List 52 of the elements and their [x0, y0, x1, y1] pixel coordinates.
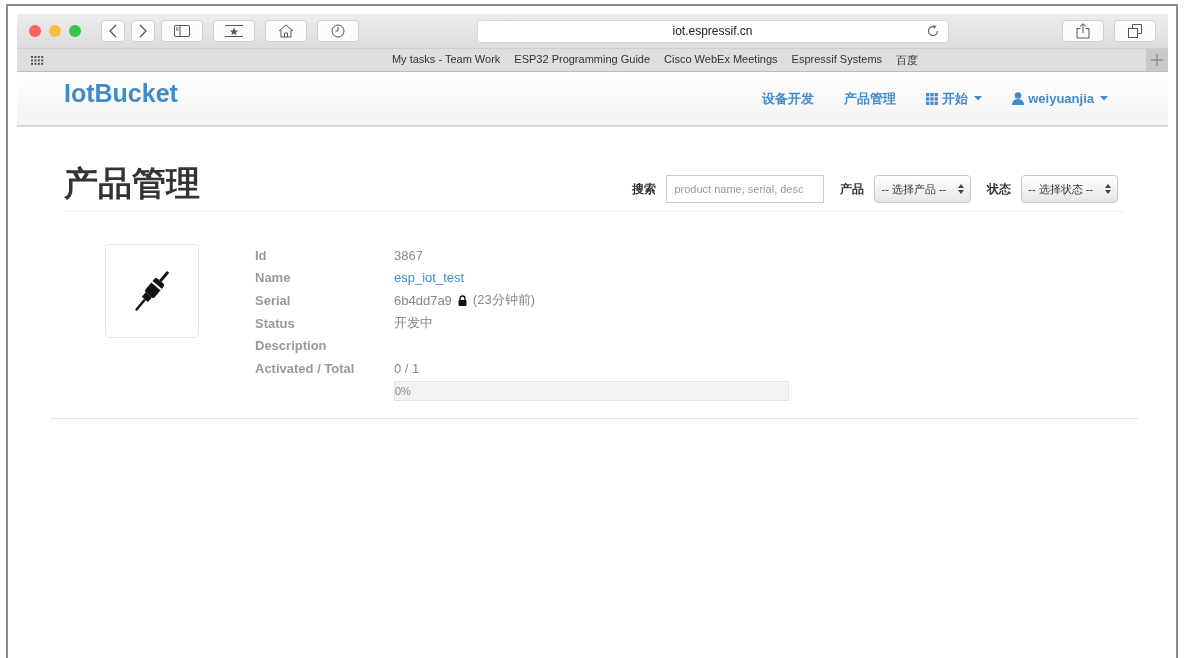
field-label: Status: [255, 315, 296, 331]
caret-icon: [974, 96, 983, 101]
share-icon: [1076, 23, 1090, 39]
grid-icon: [926, 92, 939, 105]
product-select[interactable]: -- 选择产品 --: [874, 175, 972, 203]
field-value: 6b4dd7a9: [394, 293, 452, 308]
apps-grid-icon[interactable]: [31, 55, 44, 65]
field-value: 开发中: [394, 314, 433, 333]
field-value: 3867: [394, 247, 423, 263]
updated-time: (23分钟前): [472, 291, 535, 310]
clock-icon: [331, 24, 345, 38]
status-label: 状态: [987, 180, 1012, 198]
bookmark-link[interactable]: ESP32 Programming Guide: [514, 52, 651, 68]
bookmark-link[interactable]: My tasks - Team Work: [391, 52, 501, 68]
search-field[interactable]: product name, serial, desc: [666, 175, 825, 203]
field-label: Serial: [255, 293, 292, 308]
address-bar[interactable]: iot.espressif.cn: [476, 19, 949, 43]
select-arrows-icon: [1105, 184, 1111, 194]
sidebar-icon: [174, 25, 190, 37]
bookmark-link[interactable]: 百度: [896, 52, 919, 68]
bookmarks-button[interactable]: [213, 20, 255, 42]
bookmark-link[interactable]: Espressif Systems: [791, 52, 883, 68]
user-icon: [1012, 92, 1025, 105]
nav-link[interactable]: 开始: [926, 89, 983, 108]
tabs-icon: [1128, 24, 1142, 38]
tabs-overview-button[interactable]: [1114, 20, 1156, 42]
caret-icon: [1100, 96, 1108, 101]
field-value: 0 / 1: [394, 360, 420, 376]
reload-icon[interactable]: [925, 23, 940, 38]
sidebar-button[interactable]: [161, 20, 203, 42]
plus-icon: [1151, 54, 1163, 66]
field-label: Id: [255, 247, 268, 263]
search-label: 搜索: [632, 180, 657, 198]
page-title: 产品管理: [64, 163, 200, 204]
nav-link[interactable]: 产品管理: [844, 89, 897, 108]
field-label: Activated / Total: [255, 360, 356, 376]
home-icon: [278, 24, 294, 38]
product-name-link[interactable]: esp_iot_test: [394, 270, 465, 286]
status-select[interactable]: -- 选择状态 --: [1021, 175, 1118, 203]
select-arrows-icon: [958, 184, 965, 194]
history-button[interactable]: [317, 20, 359, 42]
bookmark-link[interactable]: Cisco WebEx Meetings: [664, 52, 778, 68]
home-button[interactable]: [265, 20, 307, 42]
back-button[interactable]: [101, 20, 125, 42]
product-label: 产品: [840, 180, 865, 198]
forward-button[interactable]: [131, 20, 155, 42]
chevron-left-icon: [108, 24, 118, 38]
field-label: Description: [255, 338, 328, 354]
lock-icon: [457, 295, 467, 306]
chevron-right-icon: [138, 24, 148, 38]
field-label: Name: [255, 270, 292, 286]
star-icon: [225, 25, 243, 37]
